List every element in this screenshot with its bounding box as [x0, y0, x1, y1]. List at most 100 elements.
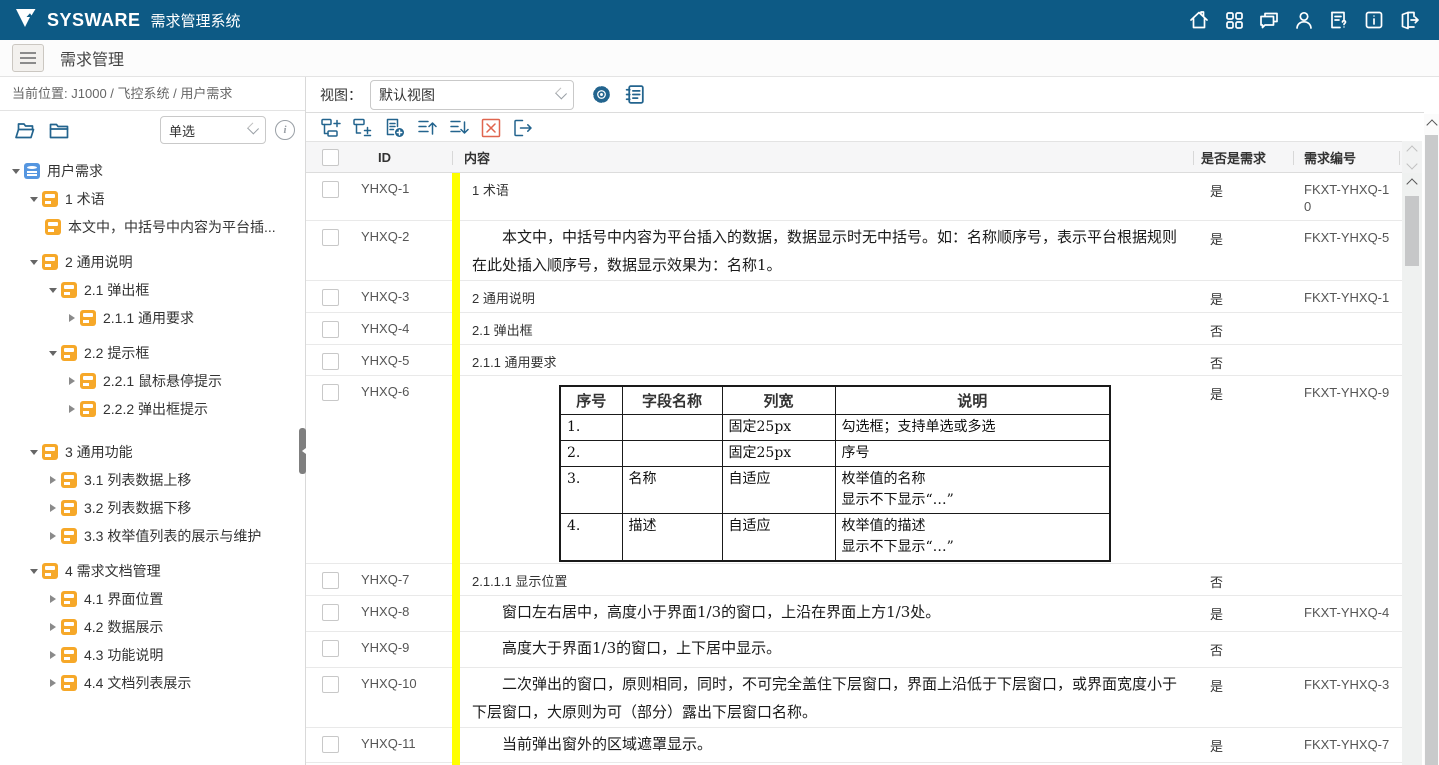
scrollbar-thumb[interactable]: [1405, 196, 1419, 266]
export-button[interactable]: [512, 117, 534, 139]
add-child-button[interactable]: [352, 117, 374, 139]
row-id: YHXQ-1: [354, 173, 452, 220]
view-list-button[interactable]: [622, 82, 648, 108]
table-toolbar: [306, 114, 1424, 141]
row-checkbox[interactable]: [322, 604, 339, 621]
collapse-arrow-icon[interactable]: [26, 444, 42, 460]
logout-icon[interactable]: [1397, 8, 1421, 32]
table-row[interactable]: YHXQ-10 二次弹出的窗口，原则相同，同时，不可完全盖住下层窗口，界面上沿低…: [306, 668, 1402, 728]
tree-item[interactable]: 4 需求文档管理: [0, 557, 305, 585]
move-down-button[interactable]: [448, 117, 470, 139]
expand-arrow-icon[interactable]: [45, 472, 61, 488]
collapse-arrow-icon[interactable]: [45, 345, 61, 361]
table-row[interactable]: YHXQ-8 窗口左右居中，高度小于界面1/3的窗口，上沿在界面上方1/3处。 …: [306, 596, 1402, 632]
view-select[interactable]: 默认视图: [370, 80, 574, 110]
messages-icon[interactable]: [1257, 8, 1281, 32]
tree-item[interactable]: 3.3 枚举值列表的展示与维护: [0, 522, 305, 550]
row-checkbox[interactable]: [322, 384, 339, 401]
home-icon[interactable]: [1187, 8, 1211, 32]
row-checkbox[interactable]: [322, 353, 339, 370]
requirement-doc-icon: [61, 675, 77, 691]
table-row[interactable]: YHXQ-6 序号 字段名称 列宽 说明 1.: [306, 376, 1402, 564]
info-circle-icon[interactable]: i: [275, 120, 295, 140]
row-is-requirement: 是: [1193, 668, 1293, 727]
tree-item[interactable]: 3.1 列表数据上移: [0, 466, 305, 494]
move-down-icon: [448, 117, 470, 139]
table-row[interactable]: YHXQ-11 当前弹出窗外的区域遮罩显示。 是 FKXT-YHXQ-7: [306, 728, 1402, 763]
add-document-button[interactable]: [384, 117, 406, 139]
requirement-doc-icon: [80, 310, 96, 326]
expand-all-folder-icon[interactable]: [12, 118, 38, 142]
view-settings-button[interactable]: [588, 82, 614, 108]
expand-arrow-icon[interactable]: [64, 373, 80, 389]
apps-grid-icon[interactable]: [1222, 8, 1246, 32]
collapse-arrow-icon[interactable]: [26, 563, 42, 579]
info-icon[interactable]: [1362, 8, 1386, 32]
expand-arrow-icon[interactable]: [64, 310, 80, 326]
row-checkbox[interactable]: [322, 736, 339, 753]
scrollbar-up-button[interactable]: [1402, 177, 1422, 193]
etable-cell: 枚举值的名称 显示不下显示“…”: [835, 466, 1110, 513]
tree-item[interactable]: 2.2.1 鼠标悬停提示: [0, 367, 305, 395]
tree-item[interactable]: 4.3 功能说明: [0, 641, 305, 669]
table-row[interactable]: YHXQ-3 2 通用说明 是 FKXT-YHXQ-1: [306, 281, 1402, 313]
page-title: 需求管理: [60, 46, 124, 70]
table-row[interactable]: YHXQ-9 高度大于界面1/3的窗口，上下居中显示。 否: [306, 632, 1402, 668]
table-row[interactable]: YHXQ-5 2.1.1 通用要求 否: [306, 345, 1402, 376]
tree-item[interactable]: 2.1.1 通用要求: [0, 304, 305, 332]
expand-arrow-icon[interactable]: [45, 500, 61, 516]
delete-button[interactable]: [480, 117, 502, 139]
help-doc-icon[interactable]: [1327, 8, 1351, 32]
tree-item[interactable]: 2.1 弹出框: [0, 276, 305, 304]
expand-arrow-icon[interactable]: [64, 401, 80, 417]
tree-item[interactable]: 4.1 界面位置: [0, 585, 305, 613]
table-row[interactable]: YHXQ-4 2.1 弹出框 否: [306, 313, 1402, 345]
tree-item[interactable]: 本文中，中括号中内容为平台插...: [0, 213, 305, 241]
tree-item[interactable]: 4.2 数据展示: [0, 613, 305, 641]
layers-icon: [24, 163, 40, 179]
tree-item-label: 4 需求文档管理: [65, 561, 161, 581]
tree-item[interactable]: 2.2 提示框: [0, 339, 305, 367]
panel-splitter[interactable]: [299, 428, 306, 474]
tree-item-root[interactable]: 用户需求: [0, 157, 305, 185]
row-checkbox[interactable]: [322, 229, 339, 246]
selection-mode-select[interactable]: 单选: [160, 116, 266, 144]
collapse-arrow-icon[interactable]: [45, 282, 61, 298]
table-row[interactable]: YHXQ-2 本文中，中括号中内容为平台插入的数据，数据显示时无中括号。如：名称…: [306, 221, 1402, 281]
expand-arrow-icon[interactable]: [45, 675, 61, 691]
expand-arrow-icon[interactable]: [45, 528, 61, 544]
table-scrollbar: [1402, 173, 1422, 765]
expand-arrow-icon[interactable]: [45, 647, 61, 663]
scrollbar-up-button[interactable]: [1424, 118, 1439, 132]
tree-item[interactable]: 3.2 列表数据下移: [0, 494, 305, 522]
hamburger-menu-button[interactable]: [12, 44, 44, 72]
row-checkbox[interactable]: [322, 289, 339, 306]
scroll-up-icon[interactable]: [1406, 145, 1417, 156]
expand-arrow-icon[interactable]: [45, 619, 61, 635]
row-checkbox[interactable]: [322, 181, 339, 198]
collapse-arrow-icon[interactable]: [26, 254, 42, 270]
row-checkbox[interactable]: [322, 321, 339, 338]
page-scrollbar: [1424, 114, 1439, 765]
table-row[interactable]: YHXQ-7 2.1.1.1 显示位置 否: [306, 564, 1402, 596]
collapse-arrow-icon[interactable]: [26, 191, 42, 207]
tree-item[interactable]: 4.4 文档列表展示: [0, 669, 305, 697]
scrollbar-thumb[interactable]: [1425, 135, 1438, 765]
tree-item[interactable]: 3 通用功能: [0, 438, 305, 466]
row-checkbox[interactable]: [322, 676, 339, 693]
requirement-doc-icon: [61, 528, 77, 544]
row-checkbox[interactable]: [322, 572, 339, 589]
row-checkbox[interactable]: [322, 640, 339, 657]
tree-item[interactable]: 2.2.2 弹出框提示: [0, 395, 305, 423]
collapse-all-folder-icon[interactable]: [46, 118, 72, 142]
tree-item[interactable]: 2 通用说明: [0, 248, 305, 276]
select-all-checkbox[interactable]: [322, 149, 339, 166]
scroll-down-icon[interactable]: [1406, 158, 1417, 169]
table-row[interactable]: YHXQ-1 1 术语 是 FKXT-YHXQ-10: [306, 173, 1402, 221]
user-icon[interactable]: [1292, 8, 1316, 32]
add-sibling-button[interactable]: [320, 117, 342, 139]
tree-item[interactable]: 1 术语: [0, 185, 305, 213]
collapse-arrow-icon[interactable]: [8, 163, 24, 179]
move-up-button[interactable]: [416, 117, 438, 139]
expand-arrow-icon[interactable]: [45, 591, 61, 607]
